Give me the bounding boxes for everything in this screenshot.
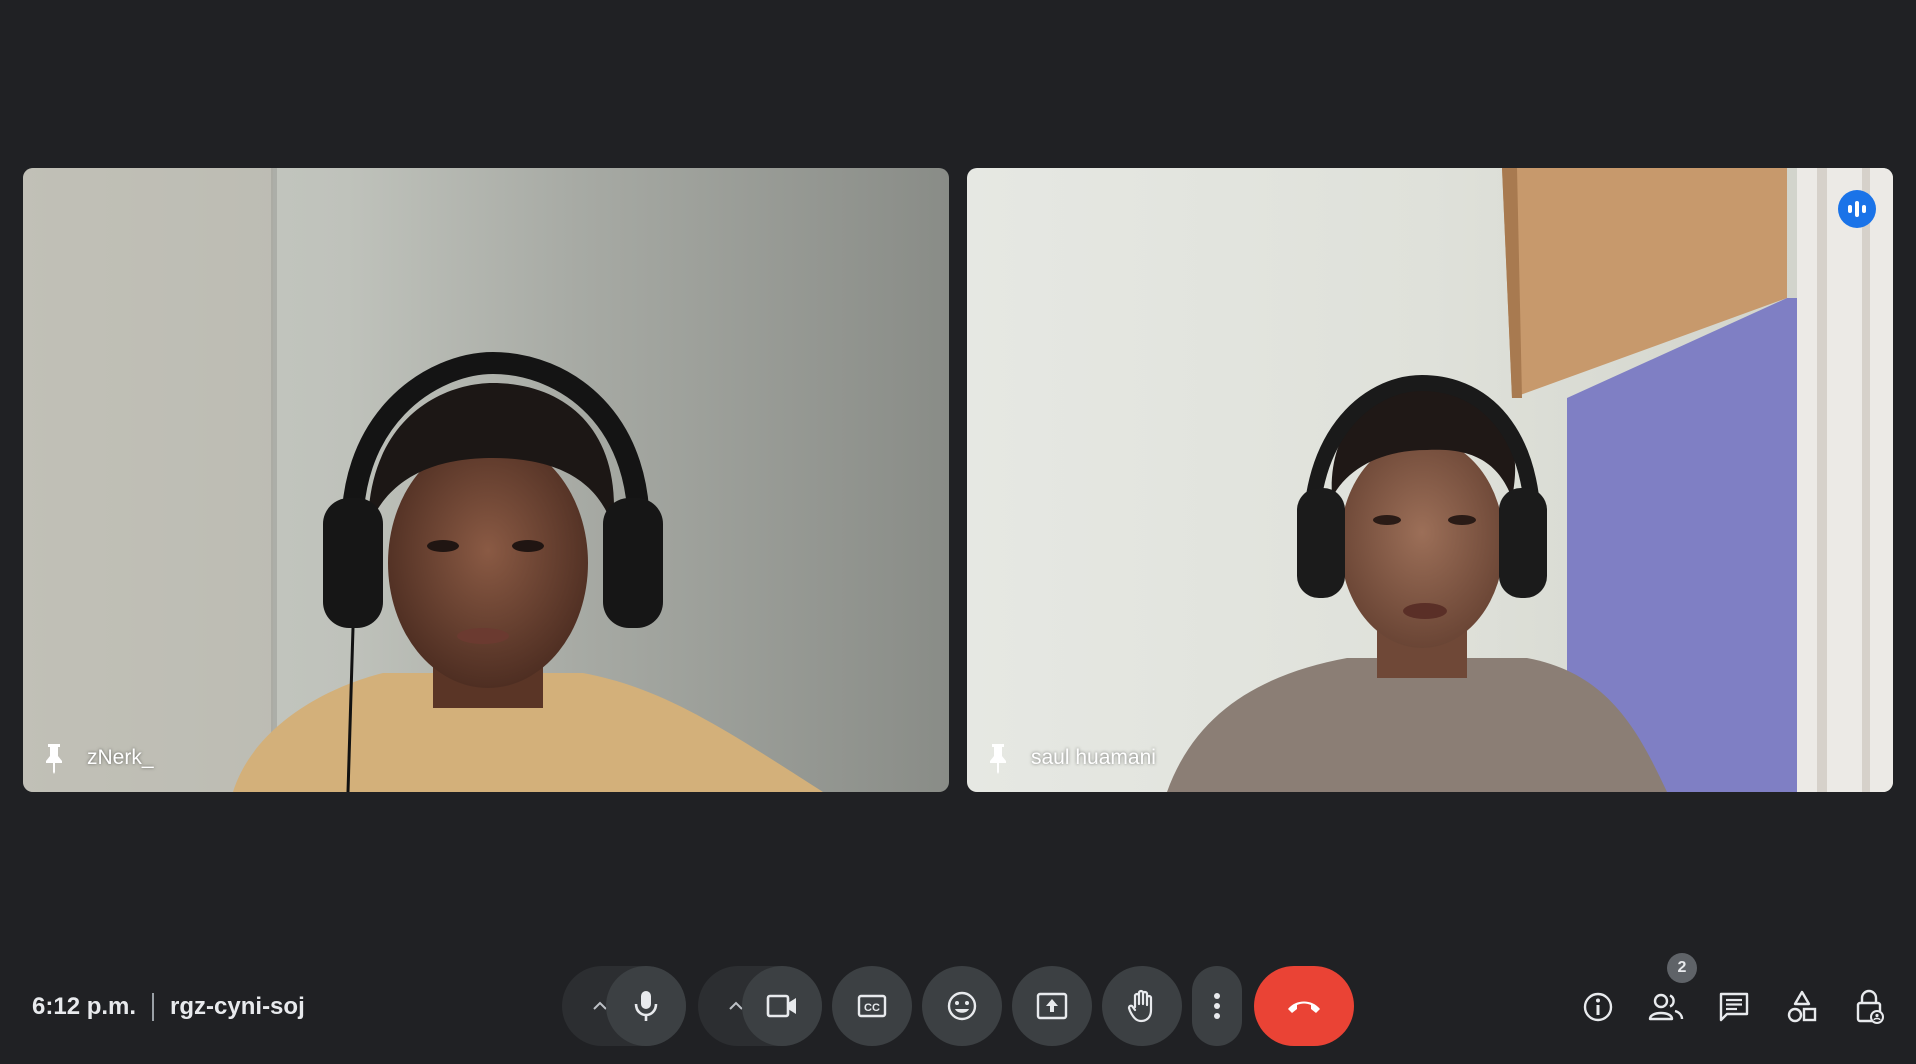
pin-icon[interactable]: [985, 742, 1011, 774]
camera-control-group: [698, 966, 822, 1046]
chat-icon: [1719, 992, 1749, 1022]
present-screen-icon: [1036, 992, 1068, 1020]
mic-control-group: [562, 966, 686, 1046]
people-icon: [1648, 993, 1684, 1021]
info-icon: [1583, 992, 1613, 1022]
participant-name: zNerk_: [87, 746, 154, 769]
more-options-icon: [1214, 993, 1220, 1019]
captions-button[interactable]: CC: [832, 966, 912, 1046]
meet-call-screen: zNerk_ saul huamani 6:12 p.m. rgz-cyni-s…: [0, 0, 1916, 1064]
activities-button[interactable]: [1780, 985, 1824, 1029]
raise-hand-button[interactable]: [1102, 966, 1182, 1046]
emoji-icon: [947, 991, 977, 1021]
camera-icon: [766, 994, 796, 1018]
pin-icon[interactable]: [41, 742, 67, 774]
participant-tile-saul-huamani[interactable]: saul huamani: [967, 168, 1893, 792]
emoji-reaction-button[interactable]: [922, 966, 1002, 1046]
captions-icon: CC: [857, 994, 887, 1018]
camera-button[interactable]: [742, 966, 822, 1046]
host-controls-icon: [1856, 989, 1884, 1024]
meeting-time: 6:12 p.m.: [32, 993, 137, 1020]
chat-button[interactable]: [1712, 985, 1756, 1029]
participant-tile-znerk[interactable]: zNerk_: [23, 168, 949, 792]
more-options-button[interactable]: [1192, 966, 1242, 1046]
end-call-button[interactable]: [1254, 966, 1354, 1046]
microphone-icon: [634, 991, 658, 1021]
end-call-icon: [1288, 1001, 1320, 1013]
meeting-info: 6:12 p.m. rgz-cyni-soj: [32, 990, 305, 1024]
speaking-indicator-icon: [1838, 190, 1876, 228]
present-screen-button[interactable]: [1012, 966, 1092, 1046]
svg-text:CC: CC: [864, 1002, 880, 1014]
participant-name-row: zNerk_: [41, 742, 154, 774]
people-count-badge: 2: [1667, 953, 1697, 983]
participant-name-row: saul huamani: [985, 742, 1156, 774]
host-controls-button[interactable]: [1848, 985, 1892, 1029]
meeting-code[interactable]: rgz-cyni-soj: [170, 993, 305, 1021]
participant-video-znerk: [23, 168, 949, 792]
participant-video-saul-huamani: [967, 168, 1893, 792]
people-button[interactable]: [1644, 985, 1688, 1029]
participant-name: saul huamani: [1031, 746, 1156, 769]
raise-hand-icon: [1127, 989, 1153, 1023]
divider: [152, 993, 155, 1021]
meeting-details-button[interactable]: [1576, 985, 1620, 1029]
microphone-button[interactable]: [606, 966, 686, 1046]
activities-icon: [1787, 990, 1817, 1023]
